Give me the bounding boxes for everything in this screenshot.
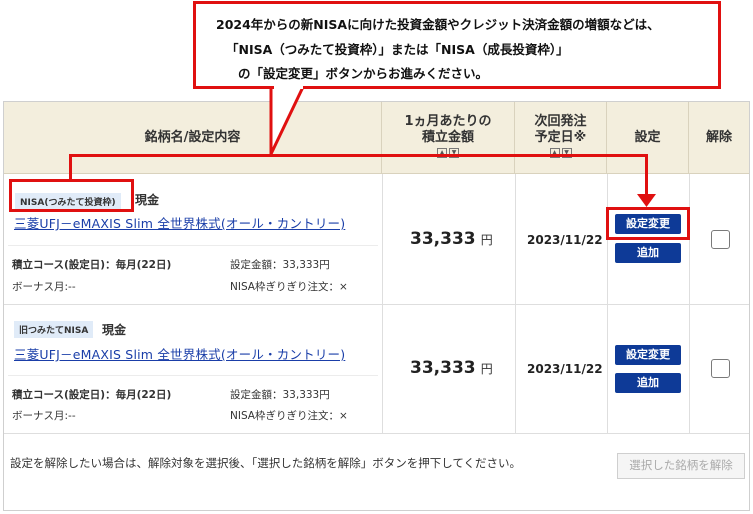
tag-highlight-box <box>9 179 134 212</box>
header-cancel: 解除 <box>689 102 749 174</box>
amount-unit: 円 <box>480 233 493 247</box>
header-amount-line1: 1ヵ月あたりの <box>404 113 492 129</box>
payment-kind: 現金 <box>102 323 127 337</box>
remove-selected-button[interactable]: 選択した銘柄を解除 <box>617 453 745 479</box>
setting-amount-text: 設定金額：33,333円 <box>230 389 330 401</box>
button-highlight-box <box>606 207 690 240</box>
connector-line <box>645 154 648 196</box>
setting-amount-text: 設定金額：33,333円 <box>230 259 330 271</box>
change-setting-button[interactable]: 設定変更 <box>615 345 681 365</box>
add-button[interactable]: 追加 <box>615 243 681 263</box>
callout-line1: 2024年からの新NISAに向けた投資金額やクレジット決済金額の増額などは、 <box>216 17 660 32</box>
header-setting-label: 設定 <box>634 129 661 145</box>
amount-value: 33,333 <box>410 358 476 378</box>
amount-value: 33,333 <box>410 229 476 249</box>
header-amount: 1ヵ月あたりの 積立金額 ▲ ▼ <box>382 102 515 174</box>
header-fund: 銘柄名/設定内容 <box>4 102 382 174</box>
cancel-checkbox[interactable] <box>711 230 730 249</box>
cancel-checkbox[interactable] <box>711 359 730 378</box>
amount-unit: 円 <box>480 362 493 376</box>
callout-line2: 「NISA（つみたて投資枠）」または「NISA（成長投資枠）」 <box>226 42 569 57</box>
divider <box>4 433 749 434</box>
fund-name-link[interactable]: 三菱UFJ－eMAXIS Slim 全世界株式(オール・カントリー) <box>14 344 345 363</box>
connector-line <box>69 154 647 157</box>
header-setting: 設定 <box>607 102 689 174</box>
fund-name-link[interactable]: 三菱UFJ－eMAXIS Slim 全世界株式(オール・カントリー) <box>14 213 345 232</box>
bonus-text: ボーナス月:-- <box>12 281 76 293</box>
account-tag: 旧つみたてNISA <box>14 321 94 338</box>
add-button[interactable]: 追加 <box>615 373 681 393</box>
monthly-amount: 33,333 円 <box>410 229 493 249</box>
header-fund-label: 銘柄名/設定内容 <box>144 129 241 145</box>
course-text: 積立コース(設定日)：毎月(22日) <box>12 259 172 271</box>
header-next-line2: 予定日※ <box>534 129 587 145</box>
header-cancel-label: 解除 <box>705 129 732 145</box>
next-order-date: 2023/11/22 <box>527 233 603 247</box>
header-next-date: 次回発注 予定日※ ▲ ▼ <box>515 102 607 174</box>
course-text: 積立コース(設定日)：毎月(22日) <box>12 389 172 401</box>
cancel-instruction: 設定を解除したい場合は、解除対象を選択後、「選択した銘柄を解除」ボタンを押下して… <box>10 456 522 470</box>
callout-pointer <box>269 84 305 155</box>
header-next-line1: 次回発注 <box>534 113 587 129</box>
bonus-text: ボーナス月:-- <box>12 410 76 422</box>
next-order-date: 2023/11/22 <box>527 362 603 376</box>
header-amount-line2: 積立金額 <box>421 129 474 145</box>
callout-line3: の「設定変更」ボタンからお進みください。 <box>238 66 489 81</box>
arrow-down-icon <box>637 194 656 207</box>
monthly-amount: 33,333 円 <box>410 358 493 378</box>
nisa-order-text: NISA枠ぎりぎり注文：× <box>230 281 348 293</box>
connector-line <box>69 155 72 180</box>
nisa-order-text: NISA枠ぎりぎり注文：× <box>230 410 348 422</box>
callout-pointer-join <box>274 83 303 89</box>
payment-kind: 現金 <box>135 193 160 207</box>
info-callout: 2024年からの新NISAに向けた投資金額やクレジット決済金額の増額などは、 「… <box>193 1 721 89</box>
